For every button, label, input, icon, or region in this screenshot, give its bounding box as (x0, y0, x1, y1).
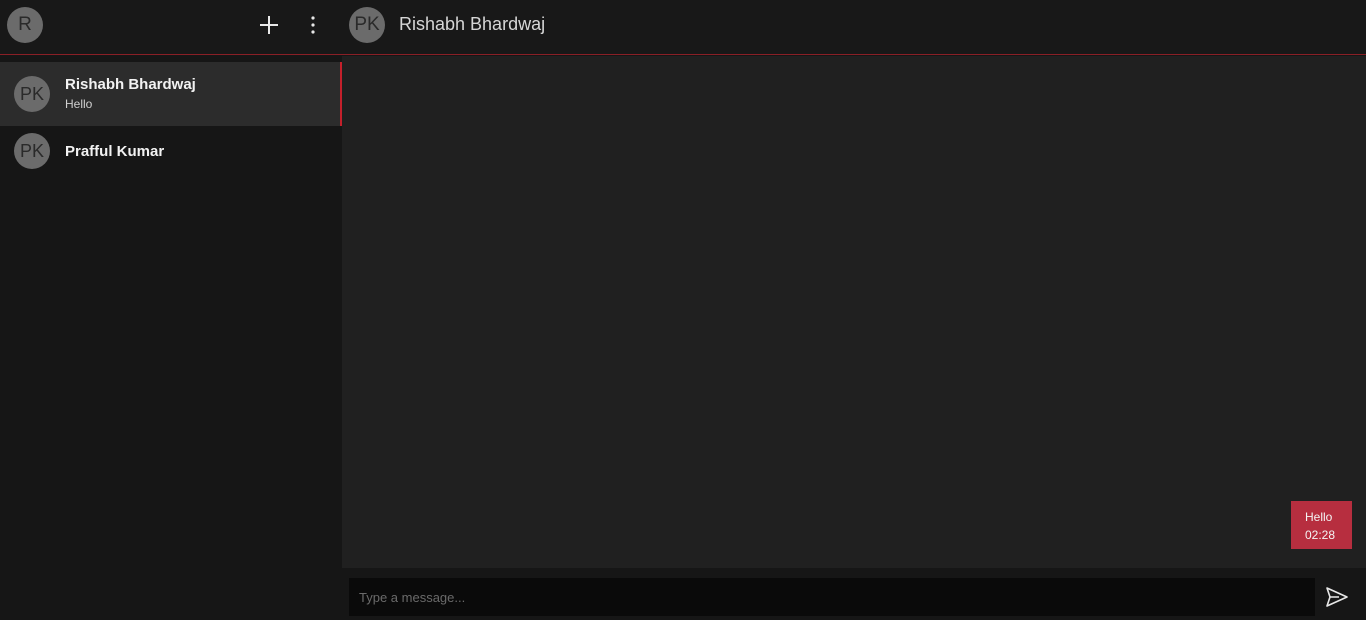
contact-last-message: Hello (65, 97, 93, 111)
contact-item-prafful-kumar[interactable]: PK Prafful Kumar (0, 126, 342, 190)
more-vertical-icon (311, 16, 315, 34)
composer (342, 568, 1366, 620)
contact-list: PK Rishabh Bhardwaj Hello PK Prafful Kum… (0, 56, 342, 620)
new-chat-button[interactable] (256, 11, 282, 39)
chat-app: R PK Rishabh Bhardwaj PK Rishabh Bhardwa… (0, 0, 1366, 620)
contact-item-rishabh-bhardwaj[interactable]: PK Rishabh Bhardwaj Hello (0, 62, 342, 126)
user-avatar[interactable]: R (7, 7, 43, 43)
message-time: 02:28 (1305, 528, 1336, 542)
message-text: Hello (1305, 510, 1333, 524)
chat-title: Rishabh Bhardwaj (399, 14, 546, 34)
message-input[interactable] (349, 578, 1315, 616)
message-area: Hello 02:28 (342, 56, 1366, 568)
top-bar: R PK Rishabh Bhardwaj (0, 0, 1366, 55)
menu-button[interactable] (302, 11, 324, 39)
contact-avatar: PK (14, 133, 50, 169)
send-icon (1326, 587, 1348, 607)
contact-name: Rishabh Bhardwaj (65, 76, 196, 93)
message-bubble-outgoing: Hello 02:28 (1291, 501, 1352, 549)
contact-avatar: PK (14, 76, 50, 112)
plus-icon (260, 16, 278, 34)
chat-avatar[interactable]: PK (349, 7, 385, 43)
contact-name: Prafful Kumar (65, 143, 165, 160)
send-button[interactable] (1324, 585, 1350, 609)
